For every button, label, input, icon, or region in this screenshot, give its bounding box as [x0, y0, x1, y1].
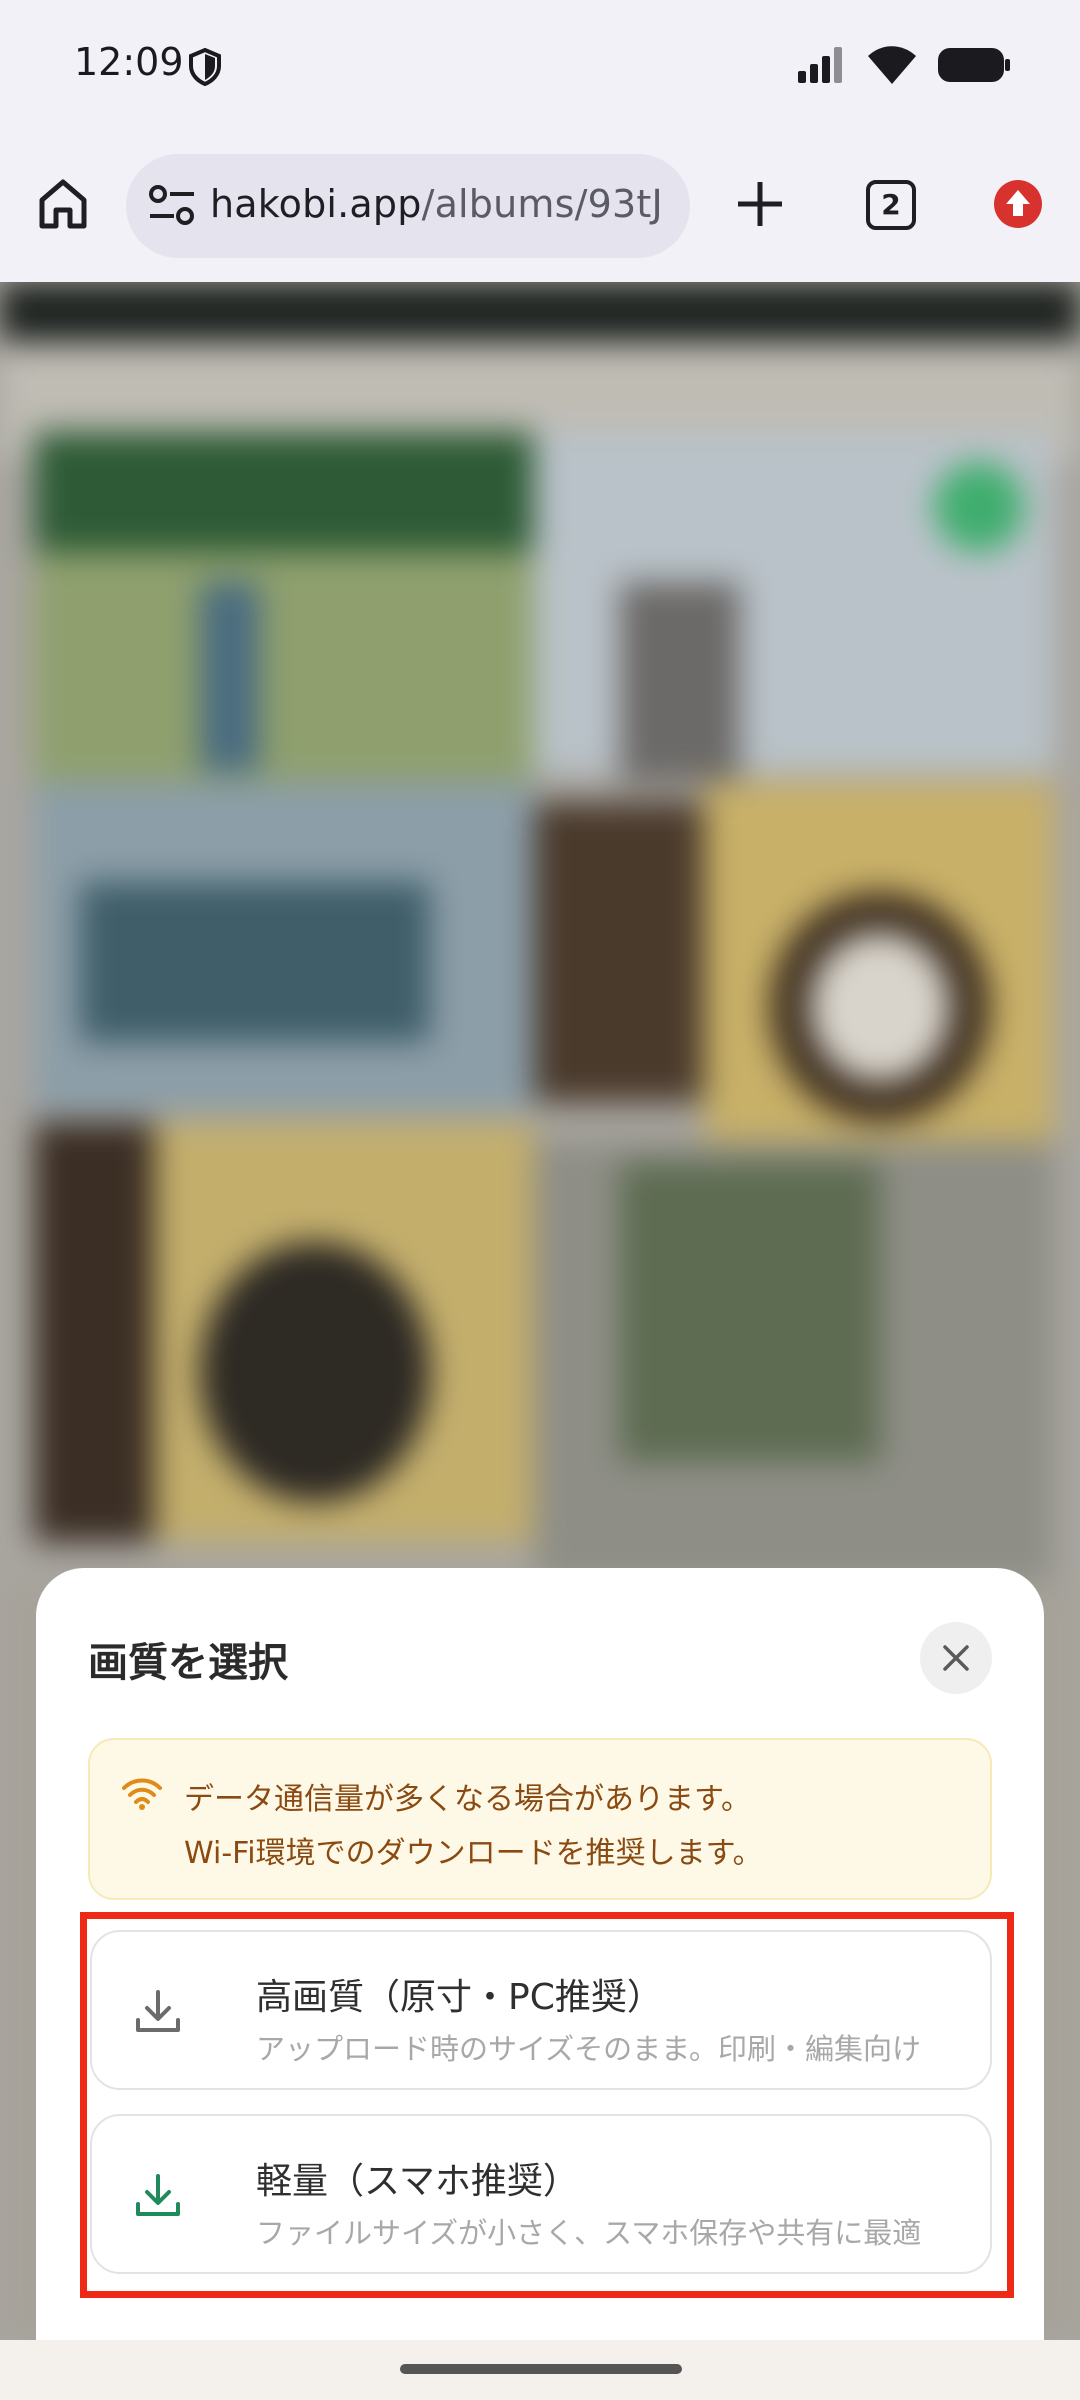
arrow-up-icon [1006, 190, 1030, 216]
address-bar[interactable]: hakobi.app/albums/93tJ [126, 154, 690, 258]
status-bar: 12:09 [0, 0, 1080, 132]
highlight-box [80, 1912, 1014, 2298]
url-host: hakobi.app [210, 182, 422, 226]
notice-line-1: データ通信量が多くなる場合があります。 [184, 1782, 751, 1817]
status-icons [798, 46, 1010, 84]
site-settings-icon[interactable] [148, 184, 196, 228]
data-usage-notice: データ通信量が多くなる場合があります。 Wi-Fi環境でのダウンロードを推奨しま… [88, 1738, 992, 1900]
browser-toolbar: hakobi.app/albums/93tJ 2 [0, 132, 1080, 282]
new-tab-icon[interactable] [732, 176, 788, 232]
notice-line-2: Wi-Fi環境でのダウンロードを推奨します。 [184, 1836, 763, 1871]
close-icon [943, 1645, 969, 1671]
battery-icon [938, 48, 1010, 82]
update-badge-icon[interactable] [994, 180, 1042, 228]
sheet-title: 画質を選択 [88, 1640, 288, 1686]
wifi-warning-icon [122, 1778, 162, 1810]
tab-switcher-button[interactable]: 2 [866, 180, 916, 230]
home-icon[interactable] [34, 174, 92, 232]
url-path: /albums/93tJ [421, 182, 663, 226]
gesture-handle[interactable] [400, 2364, 682, 2374]
shield-icon [189, 48, 221, 86]
quality-select-sheet: 画質を選択 データ通信量が多くなる場合があります。 Wi-Fi環境でのダウンロー… [36, 1568, 1044, 2348]
signal-icon [798, 47, 842, 83]
wifi-icon [868, 46, 916, 84]
status-time: 12:09 [74, 40, 184, 84]
close-button[interactable] [920, 1622, 992, 1694]
url-text[interactable]: hakobi.app/albums/93tJ [210, 182, 663, 226]
